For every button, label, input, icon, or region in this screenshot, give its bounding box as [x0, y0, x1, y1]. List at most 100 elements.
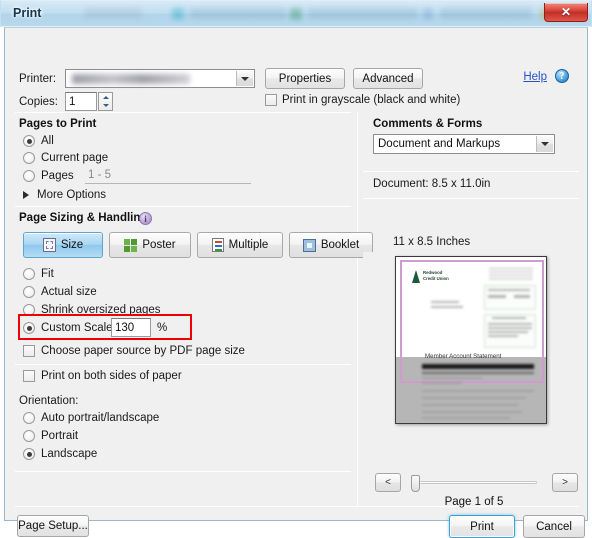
poster-icon	[124, 238, 138, 252]
spinner-down-icon[interactable]	[103, 104, 109, 107]
page-slider-thumb[interactable]	[411, 475, 420, 492]
pages-option-all-label: All	[41, 135, 54, 147]
next-page-button[interactable]: >	[552, 473, 578, 492]
doc-logo-line2: Credit Union	[423, 276, 449, 281]
orientation-option-portrait-label: Portrait	[41, 430, 79, 442]
radio-landscape[interactable]	[23, 448, 35, 460]
cancel-button[interactable]: Cancel	[523, 515, 585, 538]
paper-source-row[interactable]: Choose paper source by PDF page size	[23, 345, 245, 357]
doc-line	[488, 295, 506, 298]
grayscale-label: Print in grayscale (black and white)	[282, 94, 461, 106]
page-setup-button[interactable]: Page Setup...	[17, 515, 89, 537]
radio-auto-orientation[interactable]	[23, 412, 35, 424]
doc-line	[422, 417, 510, 419]
radio-all[interactable]	[23, 135, 35, 147]
radio-portrait[interactable]	[23, 430, 35, 442]
orientation-option-landscape[interactable]: Landscape	[23, 448, 97, 460]
printer-value-redacted	[72, 74, 190, 84]
orientation-option-auto[interactable]: Auto portrait/landscape	[23, 412, 159, 424]
close-button[interactable]: ✕	[544, 3, 588, 22]
copies-spinner[interactable]	[98, 92, 113, 111]
advanced-button[interactable]: Advanced	[353, 68, 423, 89]
custom-scale-input[interactable]: 130	[111, 318, 151, 337]
sizing-button-multiple[interactable]: Multiple	[197, 232, 283, 258]
section-divider	[15, 206, 351, 207]
grayscale-checkbox[interactable]	[265, 94, 277, 106]
doc-line	[492, 317, 526, 319]
doc-line	[488, 331, 528, 333]
sizing-button-booklet-label: Booklet	[320, 239, 360, 251]
page-slider-track[interactable]	[411, 481, 537, 484]
chevron-down-icon	[241, 76, 249, 81]
scale-option-custom[interactable]: Custom Scale:	[23, 322, 116, 334]
paper-source-checkbox[interactable]	[23, 345, 35, 357]
both-sides-checkbox[interactable]	[23, 370, 35, 382]
dialog-client-area: Printer: Properties Advanced Help ? Copi…	[4, 27, 588, 538]
radio-shrink-oversized[interactable]	[23, 304, 35, 316]
expand-triangle-icon[interactable]	[23, 191, 29, 199]
document-size-info: Document: 8.5 x 11.0in	[373, 178, 491, 190]
pages-option-range[interactable]: Pages	[23, 170, 74, 182]
sizing-button-size[interactable]: Size	[23, 232, 103, 258]
help-icon[interactable]: ?	[555, 69, 569, 83]
sizing-button-booklet[interactable]: Booklet	[289, 232, 373, 258]
doc-line	[431, 301, 459, 303]
chevron-down-icon	[541, 142, 549, 146]
pages-range-input[interactable]: 1 - 5	[85, 167, 251, 184]
prev-page-button[interactable]: <	[375, 473, 401, 492]
sizing-button-size-label: Size	[60, 239, 84, 251]
radio-current-page[interactable]	[23, 152, 35, 164]
pages-option-current-label: Current page	[41, 152, 109, 164]
properties-button[interactable]: Properties	[265, 68, 345, 89]
comments-forms-title: Comments & Forms	[373, 118, 483, 130]
grayscale-checkbox-row[interactable]: Print in grayscale (black and white)	[265, 94, 460, 106]
copies-input[interactable]: 1	[65, 92, 97, 111]
scale-option-shrink[interactable]: Shrink oversized pages	[23, 304, 161, 316]
comments-forms-select[interactable]: Document and Markups	[373, 134, 555, 154]
info-icon[interactable]: i	[139, 212, 152, 225]
pages-option-current[interactable]: Current page	[23, 152, 108, 164]
spinner-up-icon[interactable]	[103, 96, 109, 99]
multiple-icon	[211, 238, 224, 252]
page-sizing-title: Page Sizing & Handling	[19, 212, 148, 224]
radio-actual-size[interactable]	[23, 286, 35, 298]
both-sides-row[interactable]: Print on both sides of paper	[23, 370, 182, 382]
pages-to-print-title: Pages to Print	[19, 118, 97, 130]
doc-line	[431, 306, 463, 308]
section-divider	[363, 171, 579, 172]
doc-table-header	[422, 364, 534, 369]
scale-option-fit[interactable]: Fit	[23, 268, 54, 280]
doc-line	[422, 397, 526, 399]
orientation-option-auto-label: Auto portrait/landscape	[41, 412, 160, 424]
sizing-button-poster[interactable]: Poster	[109, 232, 191, 258]
printer-select[interactable]	[65, 69, 255, 88]
radio-custom-scale[interactable]	[23, 322, 35, 334]
printer-dropdown-arrow[interactable]	[236, 71, 253, 86]
doc-line	[422, 372, 534, 374]
orientation-option-portrait[interactable]: Portrait	[23, 430, 78, 442]
scale-option-actual[interactable]: Actual size	[23, 286, 97, 298]
radio-fit[interactable]	[23, 268, 35, 280]
comments-forms-dropdown-arrow[interactable]	[536, 136, 553, 152]
scale-option-actual-label: Actual size	[41, 286, 97, 298]
orientation-title: Orientation:	[19, 395, 79, 407]
print-button[interactable]: Print	[449, 515, 515, 538]
printer-label: Printer:	[19, 73, 57, 85]
doc-address-block	[489, 268, 533, 282]
pages-option-all[interactable]: All	[23, 135, 54, 147]
radio-pages-range[interactable]	[23, 170, 35, 182]
doc-line	[488, 289, 530, 291]
section-divider	[15, 471, 351, 472]
scale-option-fit-label: Fit	[41, 268, 54, 280]
doc-line	[422, 390, 534, 392]
help-link[interactable]: Help	[523, 71, 547, 83]
doc-line	[422, 404, 518, 406]
doc-heading: Member Account Statement	[425, 353, 502, 360]
window-title: Print	[13, 6, 42, 20]
doc-line	[488, 335, 518, 337]
sizing-button-multiple-label: Multiple	[228, 239, 269, 251]
doc-line	[422, 377, 482, 379]
size-icon	[42, 238, 56, 252]
section-divider	[15, 112, 351, 113]
more-options-row[interactable]: More Options	[23, 189, 106, 201]
